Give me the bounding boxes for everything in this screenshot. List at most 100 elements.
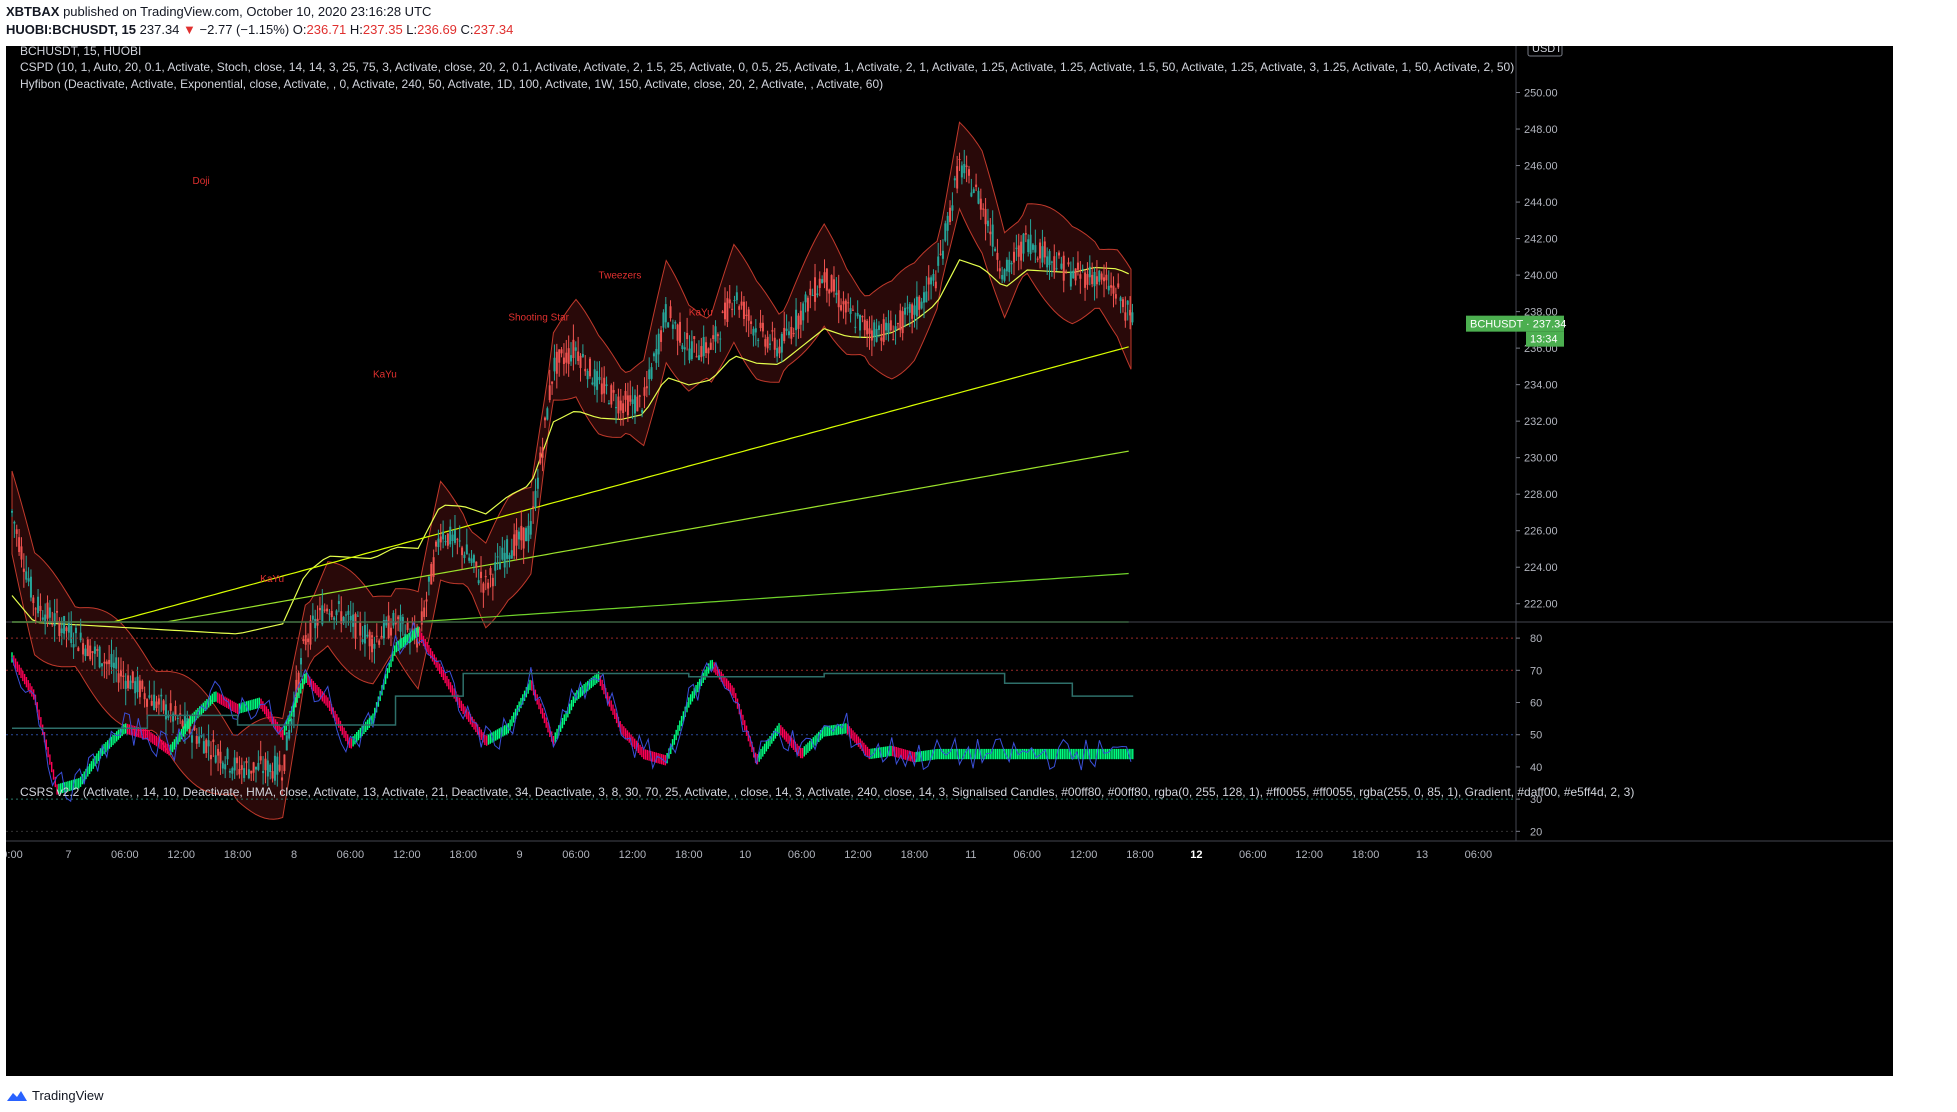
candle-body: [93, 646, 96, 654]
candle-body: [373, 643, 376, 649]
candle-body: [484, 575, 487, 578]
candle-body: [98, 646, 101, 668]
candle-body: [776, 348, 779, 357]
candle-body: [944, 223, 947, 241]
time-tick-label: 12:00: [844, 849, 872, 861]
candle-body: [1053, 256, 1056, 273]
last-price: 237.34: [139, 22, 180, 37]
candle-body: [854, 326, 857, 328]
candle-body: [787, 331, 790, 336]
candle-body: [750, 321, 753, 324]
candle-body: [399, 615, 402, 632]
time-tick-label: 7: [65, 849, 71, 861]
candle-body: [117, 673, 120, 683]
candle-body: [586, 371, 589, 380]
candle-body: [702, 337, 705, 357]
candle-body: [456, 538, 459, 540]
last-price-tag-label: BCHUSDT · 237.34: [1470, 319, 1566, 331]
candle-body: [198, 736, 201, 744]
candle-body: [1029, 234, 1032, 254]
candle-body: [887, 323, 890, 334]
price-tick-label: 250.00: [1524, 88, 1558, 100]
candle-body: [56, 610, 59, 613]
candle-body: [283, 754, 286, 772]
candle-body: [674, 322, 677, 324]
price-tick-label: 228.00: [1524, 489, 1558, 501]
candle-body: [48, 607, 51, 618]
candle-body: [458, 540, 461, 542]
osc-tick-label: 60: [1530, 698, 1542, 710]
candle-body: [650, 367, 653, 379]
candle-body: [278, 764, 281, 771]
candle-body: [326, 608, 329, 612]
pattern-annotation: KaYu: [689, 307, 713, 318]
candle-body: [617, 396, 620, 414]
chart-container[interactable]: Doji KaYu Shooting Star Tweezers KaYu KaYu 22…: [1, 39, 1893, 1076]
time-tick-label: 18:00: [1352, 849, 1380, 861]
candle-body: [859, 315, 862, 331]
candle-body: [714, 326, 717, 342]
candle-body: [956, 166, 959, 189]
candle-body: [304, 635, 307, 645]
candle-body: [254, 766, 257, 770]
candle-body: [496, 556, 499, 558]
chart-svg[interactable]: Doji KaYu Shooting Star Tweezers KaYu KaYu 22…: [1, 39, 1893, 1076]
time-tick-label: 18:00: [675, 849, 703, 861]
candle-body: [970, 192, 973, 197]
candle-body: [851, 309, 854, 311]
candle-body: [217, 748, 220, 756]
candle-body: [34, 608, 37, 610]
candle-body: [508, 555, 511, 560]
candle-body: [1119, 297, 1122, 302]
time-tick-label: 06:00: [111, 849, 139, 861]
candle-body: [662, 312, 665, 328]
candle-body: [470, 558, 473, 564]
candle-body: [894, 326, 897, 331]
candle-body: [32, 597, 35, 604]
candle-body: [593, 369, 596, 387]
candle-body: [124, 680, 127, 689]
candle-body: [129, 680, 132, 690]
candle-body: [771, 330, 774, 332]
candle-body: [633, 395, 636, 414]
candle-body: [967, 169, 970, 176]
publish-line: XBTBAX published on TradingView.com, Oct…: [6, 4, 431, 19]
candle-body: [333, 617, 336, 620]
osc-tick-label: 70: [1530, 665, 1542, 677]
candle-body: [996, 252, 999, 260]
candle-body: [570, 355, 573, 362]
candle-body: [337, 601, 340, 604]
price-tick-label: 246.00: [1524, 161, 1558, 173]
candle-body: [918, 296, 921, 310]
candle-body: [233, 757, 236, 771]
candle-body: [532, 506, 535, 509]
candle-body: [356, 615, 359, 617]
candle-body: [806, 297, 809, 312]
candle-body: [937, 256, 940, 266]
candle-body: [1065, 272, 1068, 274]
candle-body: [202, 741, 205, 754]
candle-body: [148, 695, 151, 698]
candle-body: [257, 762, 260, 770]
candle-body: [645, 386, 648, 389]
publisher-name[interactable]: XBTBAX: [6, 4, 59, 19]
candle-body: [352, 614, 355, 627]
candle-body: [1013, 251, 1016, 263]
candle-body: [904, 307, 907, 315]
candle-body: [475, 561, 478, 568]
candle-body: [1010, 262, 1013, 265]
pattern-annotation: KaYu: [373, 369, 397, 380]
candle-body: [939, 253, 942, 255]
candle-body: [742, 301, 745, 320]
candle-body: [562, 357, 565, 364]
tradingview-logo[interactable]: TradingView: [6, 1088, 104, 1103]
candle-body: [290, 718, 293, 725]
candle-body: [951, 205, 954, 211]
candle-body: [816, 293, 819, 296]
candle-body: [425, 599, 428, 602]
price-tick-label: 232.00: [1524, 416, 1558, 428]
candle-body: [101, 663, 104, 667]
candle-body: [814, 277, 817, 302]
candle-body: [624, 390, 627, 400]
candle-body: [1005, 259, 1008, 272]
